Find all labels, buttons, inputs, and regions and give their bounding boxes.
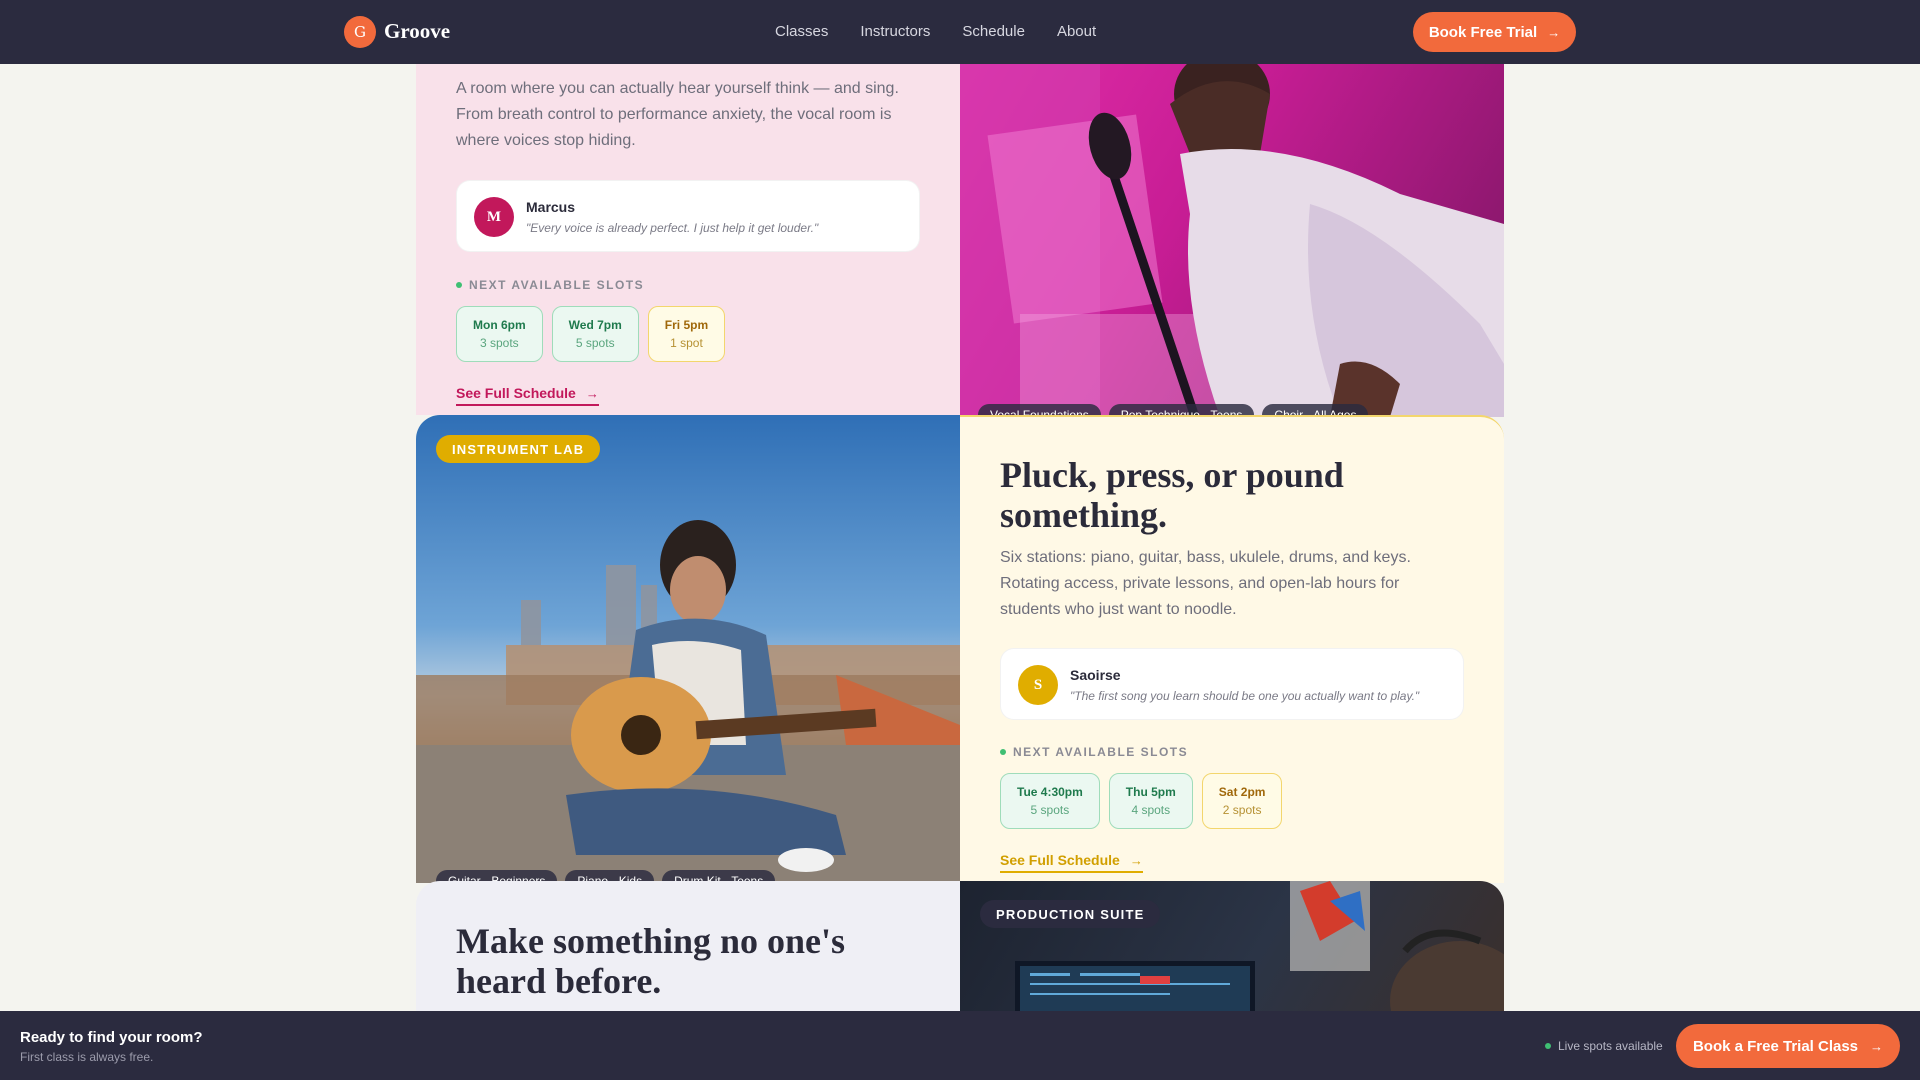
nav-link-classes[interactable]: Classes: [775, 23, 828, 40]
production-suite-image: PRODUCTION SUITE: [960, 881, 1504, 1011]
top-navbar: G Groove Classes Instructors Schedule Ab…: [0, 0, 1920, 64]
slots-heading-text: NEXT AVAILABLE SLOTS: [1013, 745, 1189, 759]
book-free-trial-class-button[interactable]: Book a Free Trial Class →: [1676, 1024, 1900, 1068]
brand-name[interactable]: Groove: [384, 19, 450, 44]
nav-links: Classes Instructors Schedule About: [775, 23, 1096, 40]
badge-label: INSTRUMENT LAB: [452, 441, 585, 457]
slots-heading: NEXT AVAILABLE SLOTS: [456, 278, 920, 292]
instrument-lab-text-panel: Pluck, press, or pound something. Six st…: [960, 415, 1504, 883]
slot-thu-5pm[interactable]: Thu 5pm 4 spots: [1108, 773, 1193, 829]
see-full-schedule-link[interactable]: See Full Schedule →: [456, 385, 599, 406]
slot-spots: 1 spot: [670, 336, 703, 350]
avatar: S: [1018, 665, 1058, 705]
slots-list: Tue 4:30pm 5 spots Thu 5pm 4 spots Sat 2…: [1000, 773, 1464, 829]
instrument-lab-description: Six stations: piano, guitar, bass, ukule…: [1000, 549, 1411, 618]
arrow-right-icon: →: [1870, 1038, 1884, 1054]
slot-time: Fri 5pm: [664, 318, 709, 332]
slot-sat-2pm[interactable]: Sat 2pm 2 spots: [1201, 773, 1283, 829]
live-dot-icon: [1000, 749, 1006, 755]
bottom-bar-title: Ready to find your room?: [20, 1029, 203, 1046]
slot-time: Sat 2pm: [1218, 785, 1266, 799]
slot-time: Mon 6pm: [473, 318, 526, 332]
arrow-right-icon: →: [1129, 852, 1143, 868]
instrument-lab-title: Pluck, press, or pound something.: [1000, 455, 1344, 535]
instrument-lab-badge: INSTRUMENT LAB: [436, 435, 601, 463]
slot-spots: 5 spots: [1030, 803, 1070, 817]
instructor-quote: "The first song you learn should be one …: [1070, 689, 1420, 703]
slot-spots: 2 spots: [1222, 803, 1262, 817]
slot-tue-430pm[interactable]: Tue 4:30pm 5 spots: [1000, 773, 1100, 829]
slot-time: Wed 7pm: [568, 318, 622, 332]
instructor-quote-card: S Saoirse "The first song you learn shou…: [1000, 648, 1464, 720]
live-spots-label: Live spots available: [1558, 1039, 1663, 1053]
instrument-lab-image: INSTRUMENT LAB Guitar · Beginners Piano …: [416, 415, 960, 883]
avatar: M: [474, 197, 514, 237]
bottom-cta-bar: Ready to find your room? First class is …: [0, 1011, 1920, 1080]
slots-heading-text: NEXT AVAILABLE SLOTS: [469, 278, 645, 292]
nav-link-schedule[interactable]: Schedule: [962, 23, 1025, 40]
live-dot-icon: [456, 282, 462, 288]
slot-spots: 5 spots: [575, 336, 615, 350]
book-free-trial-label: Book Free Trial: [1428, 23, 1538, 41]
vocal-room-image: Vocal Foundations Pop Technique · Teens …: [960, 64, 1504, 417]
instructor-name: Saoirse: [1070, 667, 1121, 683]
live-dot-icon: [1545, 1043, 1551, 1049]
guitarist-photo: [416, 520, 960, 883]
live-spots-indicator: Live spots available: [1545, 1039, 1663, 1053]
instructor-name: Marcus: [526, 199, 576, 215]
vocal-room-text-panel: A room where you can actually hear yours…: [416, 64, 960, 415]
vocal-room-description: A room where you can actually hear yours…: [456, 80, 899, 149]
production-suite-title: Make something no one's heard before.: [456, 921, 846, 1001]
production-suite-badge: PRODUCTION SUITE: [980, 900, 1161, 928]
singer-photo: [960, 64, 1504, 417]
slots-list: Mon 6pm 3 spots Wed 7pm 5 spots Fri 5pm …: [456, 306, 920, 362]
slot-fri-5pm[interactable]: Fri 5pm 1 spot: [647, 306, 726, 362]
arrow-right-icon: →: [1547, 24, 1561, 40]
see-full-schedule-label: See Full Schedule: [1000, 852, 1120, 868]
book-free-trial-class-label: Book a Free Trial Class: [1692, 1037, 1859, 1055]
production-suite-text-panel: Make something no one's heard before.: [416, 881, 960, 1011]
slot-time: Tue 4:30pm: [1017, 785, 1083, 799]
nav-link-about[interactable]: About: [1057, 23, 1096, 40]
bottom-bar-subtitle: First class is always free.: [20, 1050, 154, 1064]
nav-link-instructors[interactable]: Instructors: [860, 23, 930, 40]
logo-icon[interactable]: G: [344, 16, 376, 48]
slot-wed-7pm[interactable]: Wed 7pm 5 spots: [551, 306, 639, 362]
slots-heading: NEXT AVAILABLE SLOTS: [1000, 745, 1464, 759]
slot-mon-6pm[interactable]: Mon 6pm 3 spots: [456, 306, 543, 362]
arrow-right-icon: →: [585, 385, 599, 401]
slot-spots: 4 spots: [1131, 803, 1171, 817]
badge-label: PRODUCTION SUITE: [996, 906, 1145, 922]
slot-spots: 3 spots: [479, 336, 519, 350]
instructor-quote-card: M Marcus "Every voice is already perfect…: [456, 180, 920, 252]
see-full-schedule-link[interactable]: See Full Schedule →: [1000, 852, 1143, 873]
book-free-trial-button[interactable]: Book Free Trial →: [1413, 12, 1576, 52]
slot-time: Thu 5pm: [1125, 785, 1176, 799]
see-full-schedule-label: See Full Schedule: [456, 385, 576, 401]
instructor-quote: "Every voice is already perfect. I just …: [526, 221, 819, 235]
